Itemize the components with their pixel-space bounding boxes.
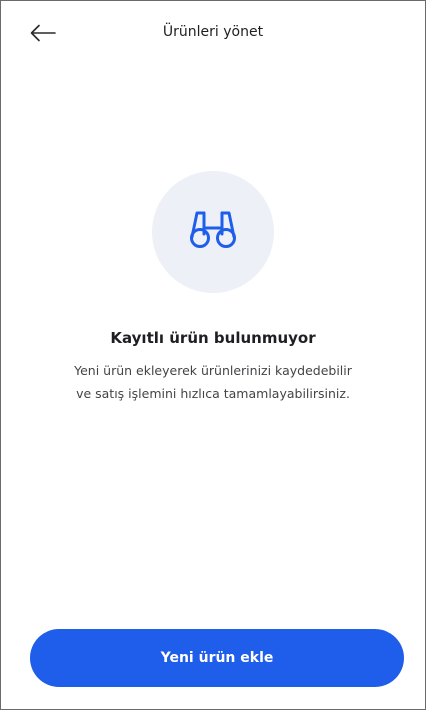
empty-state: Kayıtlı ürün bulunmuyor Yeni ürün ekleye… [1,171,425,405]
top-bar: Ürünleri yönet [1,1,425,69]
empty-state-illustration [152,171,274,293]
manage-products-screen: Ürünleri yönet Kayıtlı ürün bulunmuyor Y… [0,0,426,710]
binoculars-icon [189,210,237,254]
empty-state-description: Yeni ürün ekleyerek ürünlerinizi kaydede… [74,363,352,401]
empty-state-title: Kayıtlı ürün bulunmuyor [110,329,316,347]
add-product-button[interactable]: Yeni ürün ekle [30,629,404,687]
page-title: Ürünleri yönet [162,24,264,40]
